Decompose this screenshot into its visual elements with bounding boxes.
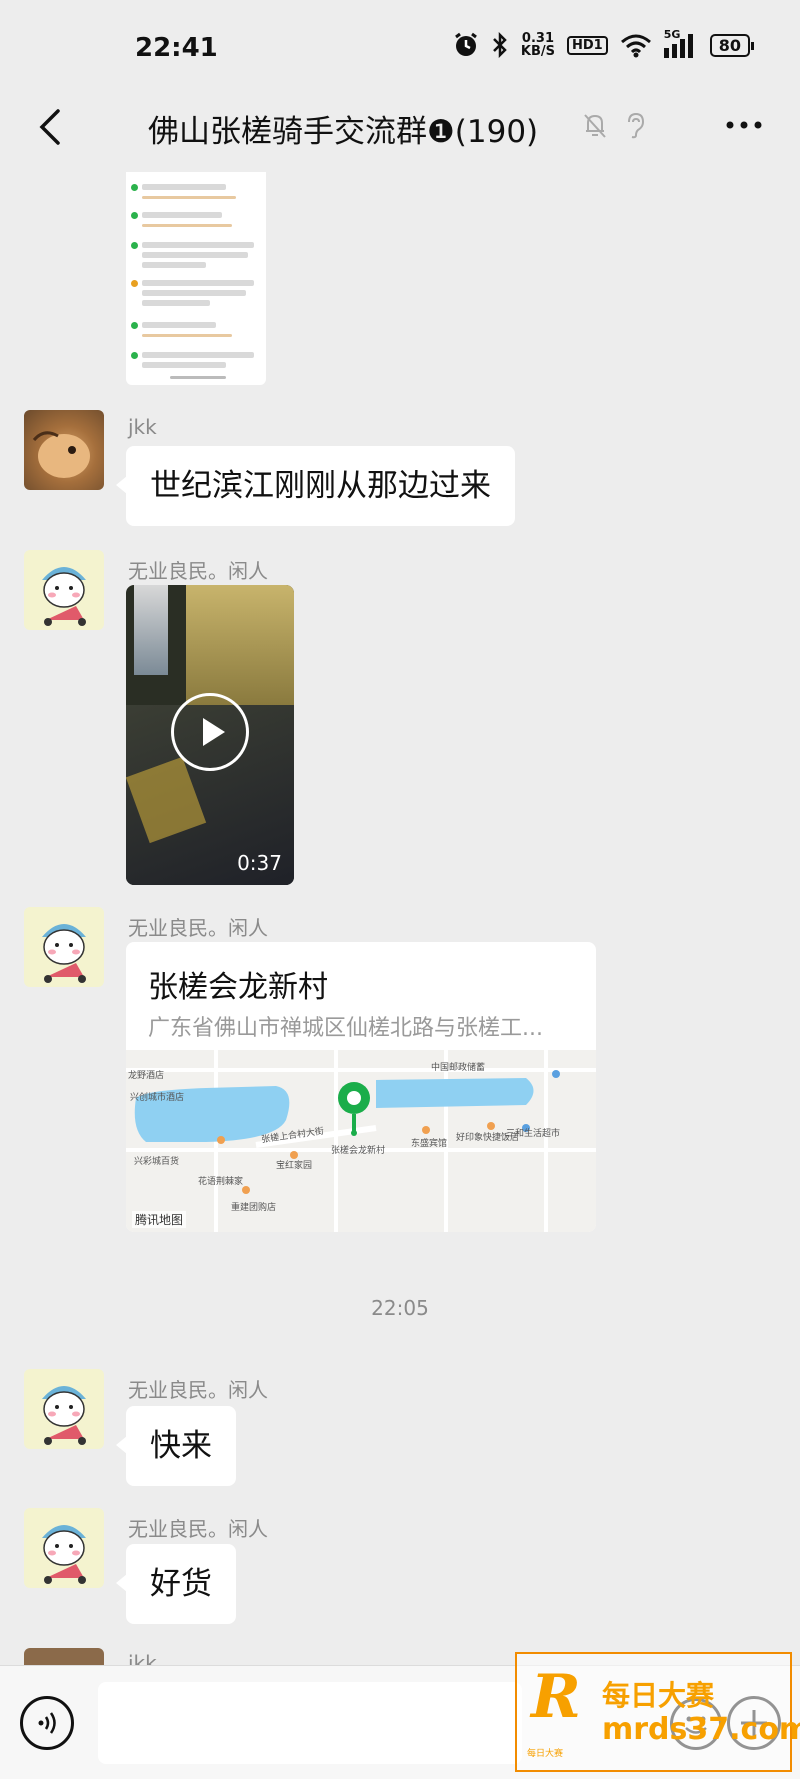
avatar[interactable] — [24, 1369, 104, 1449]
image-text-line — [142, 322, 216, 328]
sender-name: jkk — [128, 415, 157, 439]
image-text-line — [142, 362, 226, 368]
sender-name: 无业良民。闲人 — [128, 1378, 268, 1402]
map-graphic — [126, 1050, 596, 1232]
list-dot — [131, 322, 138, 329]
avatar[interactable] — [24, 550, 104, 630]
alarm-icon — [455, 32, 477, 56]
avatar-image — [42, 1525, 86, 1584]
avatar-image — [42, 567, 86, 626]
map-label: 龙野酒店 — [128, 1071, 165, 1081]
image-text-line — [142, 352, 254, 358]
signal-icon: 5G — [663, 28, 698, 58]
sender-name: jkk — [128, 1651, 157, 1665]
watermark-logo: R — [531, 1662, 581, 1732]
list-dot — [131, 280, 138, 287]
image-text-line — [142, 242, 254, 248]
image-text-line — [142, 300, 210, 306]
list-dot — [131, 352, 138, 359]
list-dot — [131, 212, 138, 219]
location-title: 张槎会龙新村 — [148, 970, 328, 1005]
play-button[interactable] — [171, 693, 249, 771]
map-label: 花语荆棘家 — [198, 1177, 244, 1187]
mute-bell-icon — [584, 114, 606, 138]
chat-header: 佛山张槎骑手交流群❶(190) — [0, 90, 800, 172]
video-thumbnail-wall — [186, 585, 294, 705]
location-message[interactable]: 张槎会龙新村 广东省佛山市禅城区仙槎北路与张槎工... 中国邮政储蓄 张槎会龙新… — [126, 942, 596, 1232]
image-text-line — [142, 252, 248, 258]
image-text-line — [142, 290, 246, 296]
map-preview[interactable]: 中国邮政储蓄 张槎会龙新村 东盛宾馆 好印象快捷饭店 兴创城市酒店 宝红家园 三… — [126, 1050, 596, 1232]
net-speed-unit: KB/S — [520, 44, 556, 59]
message-bubble[interactable]: 世纪滨江刚刚从那边过来 — [116, 446, 515, 526]
watermark-small: 每日大赛 — [527, 1749, 564, 1759]
image-text-line — [142, 212, 222, 218]
map-brand: 腾讯地图 — [132, 1211, 187, 1228]
status-bar: 22:41 0.31 KB/S HD1 5G 80 — [0, 0, 800, 90]
map-label: 兴创城市酒店 — [130, 1093, 185, 1103]
sender-name: 无业良民。闲人 — [128, 916, 268, 940]
voice-icon — [38, 1712, 56, 1734]
list-dot — [131, 242, 138, 249]
wifi-icon — [620, 34, 651, 58]
image-text-line — [142, 184, 226, 190]
play-icon — [203, 718, 225, 746]
image-text-line — [170, 376, 226, 379]
location-address: 广东省佛山市禅城区仙槎北路与张槎工... — [148, 1016, 543, 1041]
avatar[interactable] — [24, 1648, 104, 1665]
sender-name: 无业良民。闲人 — [128, 1517, 268, 1541]
list-dot — [131, 184, 138, 191]
sender-name: 无业良民。闲人 — [128, 559, 268, 583]
avatar-image — [32, 431, 90, 478]
watermark: R 每日大赛 mrds37.com 每日大赛 — [515, 1652, 800, 1772]
image-message[interactable] — [126, 172, 266, 385]
image-text-line — [142, 280, 254, 286]
map-label: 宝红家园 — [276, 1161, 313, 1171]
back-arrow-icon[interactable] — [30, 105, 74, 149]
video-duration: 0:37 — [237, 851, 282, 875]
status-time: 22:41 — [135, 33, 218, 63]
watermark-url: mrds37.com — [602, 1712, 800, 1747]
message-input[interactable] — [98, 1682, 522, 1764]
timestamp: 22:05 — [371, 1296, 429, 1320]
network-label: 5G — [663, 28, 681, 41]
more-icon[interactable] — [722, 110, 766, 140]
message-bubble[interactable]: 快来 — [116, 1406, 236, 1486]
avatar[interactable] — [24, 1508, 104, 1588]
map-label: 兴彩城百货 — [134, 1157, 180, 1167]
net-speed: 0.31 KB/S — [521, 32, 555, 58]
image-text-line — [142, 196, 236, 199]
image-text-line — [142, 224, 232, 227]
avatar-image — [42, 1386, 86, 1445]
map-label: 张槎会龙新村 — [331, 1146, 386, 1156]
avatar[interactable] — [24, 907, 104, 987]
map-pin-icon — [338, 1082, 370, 1136]
avatar-image — [42, 924, 86, 983]
hd-badge: HD1 — [567, 35, 608, 55]
video-thumbnail-figure — [134, 585, 168, 675]
battery: 80 — [709, 33, 755, 57]
avatar[interactable] — [24, 410, 104, 490]
map-label: 中国邮政储蓄 — [431, 1063, 486, 1073]
map-label: 重建团购店 — [231, 1203, 277, 1213]
image-text-line — [142, 262, 206, 268]
chat-title: 佛山张槎骑手交流群❶(190) — [148, 114, 539, 150]
message-bubble[interactable]: 好货 — [116, 1544, 236, 1624]
map-label: 东盛宾馆 — [411, 1139, 448, 1149]
video-message[interactable]: 0:37 — [126, 585, 294, 885]
ear-icon — [628, 112, 645, 139]
watermark-title: 每日大赛 — [602, 1679, 715, 1712]
image-text-line — [142, 334, 232, 337]
bluetooth-icon — [493, 32, 507, 58]
voice-button[interactable] — [20, 1696, 74, 1750]
map-label: 三和生活超市 — [506, 1129, 561, 1139]
status-icons: 0.31 KB/S HD1 5G 80 — [453, 28, 755, 58]
